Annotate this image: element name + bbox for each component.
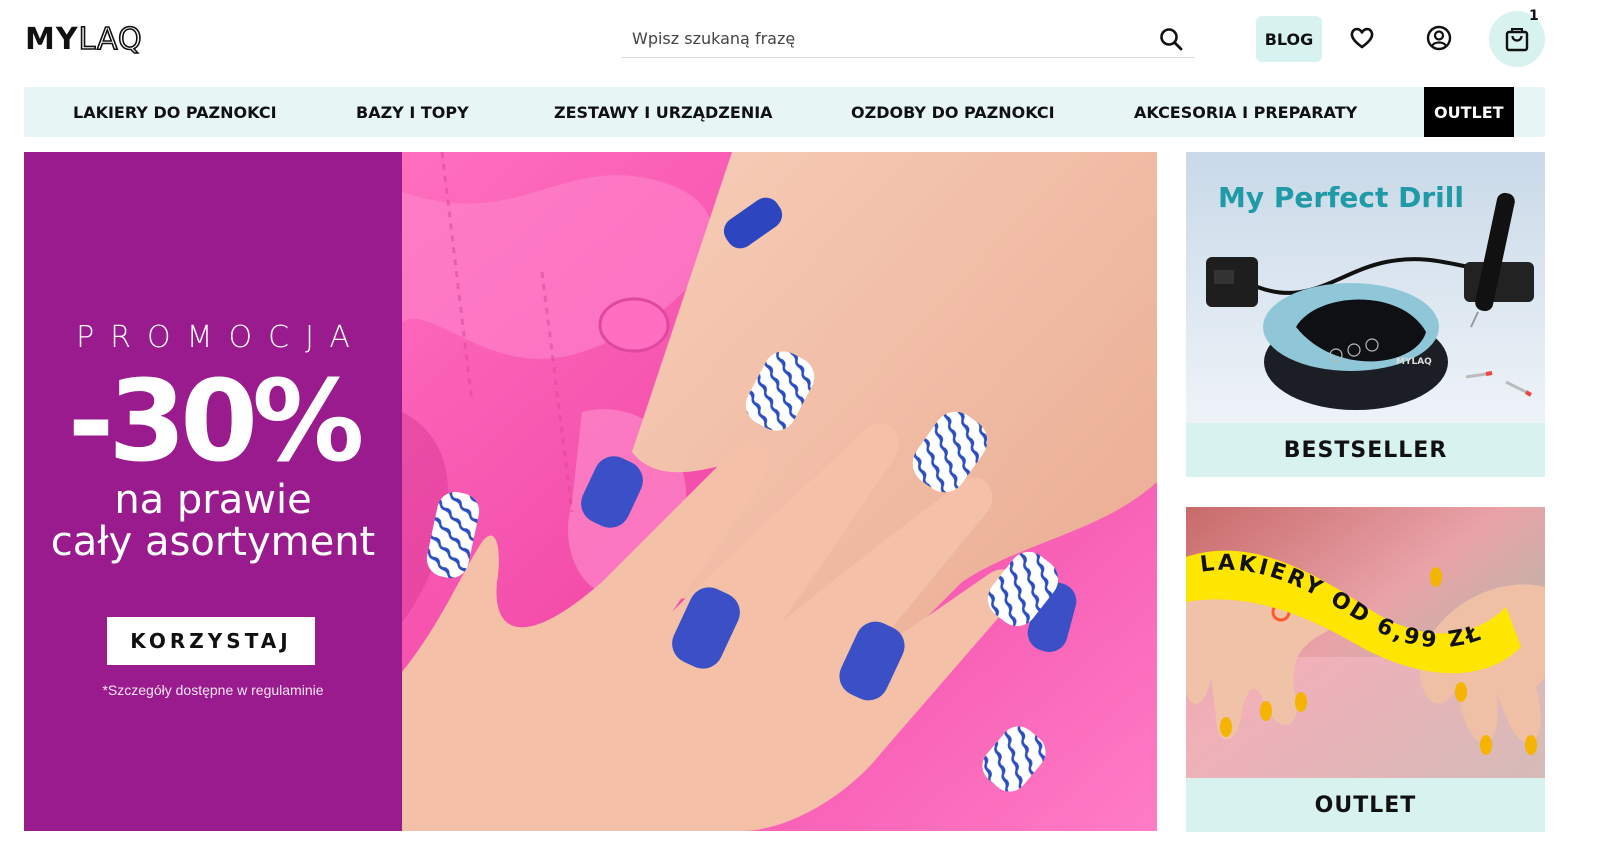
heart-icon	[1350, 27, 1374, 49]
site-header: MY LAQ BLOG 1	[0, 0, 1619, 80]
search-button[interactable]	[1158, 26, 1184, 52]
hero-banner[interactable]: PROMOCJA -30% na prawie cały asortyment …	[24, 152, 1157, 831]
user-circle-icon	[1426, 25, 1452, 51]
main-navigation: LAKIERY DO PAZNOKCI BAZY I TOPY ZESTAWY …	[24, 87, 1545, 137]
promo-panel: PROMOCJA -30% na prawie cały asortyment …	[24, 152, 402, 831]
outlet-image: LAKIERY OD 6,99 ZŁ	[1186, 507, 1545, 778]
nav-item-bazy-topy[interactable]: BAZY I TOPY	[356, 87, 469, 137]
account-button[interactable]	[1425, 24, 1453, 52]
promo-kicker: PROMOCJA	[76, 320, 366, 355]
blog-button[interactable]: BLOG	[1256, 16, 1322, 62]
bestseller-label[interactable]: BESTSELLER	[1186, 423, 1545, 477]
promo-line-1: na prawie	[114, 477, 312, 523]
korzystaj-button[interactable]: KORZYSTAJ	[107, 617, 315, 665]
drill-device-brand: MYLAQ	[1396, 357, 1432, 367]
search-input[interactable]	[622, 18, 1142, 58]
nav-item-akcesoria[interactable]: AKCESORIA I PREPARATY	[1134, 87, 1357, 137]
drill-title: My Perfect Drill	[1218, 181, 1464, 214]
terms-note: *Szczegóły dostępne w regulaminie	[102, 682, 324, 698]
search-icon	[1160, 28, 1183, 51]
site-logo[interactable]: MY LAQ	[25, 21, 143, 58]
logo-text-my: MY	[25, 22, 79, 57]
hero-photo-nails	[402, 152, 1157, 831]
nav-item-ozdoby[interactable]: OZDOBY DO PAZNOKCI	[851, 87, 1055, 137]
nav-item-lakiery[interactable]: LAKIERY DO PAZNOKCI	[73, 87, 277, 137]
logo-text-laq: LAQ	[78, 21, 143, 58]
search-bar	[622, 18, 1194, 58]
outlet-illustration: LAKIERY OD 6,99 ZŁ	[1186, 507, 1545, 778]
promo-line-2: cały asortyment	[50, 519, 376, 565]
drill-illustration: My Perfect Drill MYLAQ	[1186, 152, 1545, 423]
outlet-promo-card[interactable]: LAKIERY OD 6,99 ZŁ OUTLET	[1186, 507, 1545, 832]
nav-item-zestawy[interactable]: ZESTAWY I URZĄDZENIA	[554, 87, 773, 137]
outlet-label[interactable]: OUTLET	[1186, 778, 1545, 832]
drill-promo-card[interactable]: My Perfect Drill MYLAQ BESTSELLER	[1186, 152, 1545, 477]
cart-count-badge: 1	[1529, 8, 1539, 24]
hands-illustration	[402, 152, 1157, 831]
shopping-bag-icon	[1505, 28, 1529, 52]
nav-item-outlet[interactable]: OUTLET	[1424, 87, 1514, 137]
promo-discount: -30%	[67, 357, 365, 487]
drill-image: My Perfect Drill MYLAQ	[1186, 152, 1545, 423]
wishlist-button[interactable]	[1348, 24, 1376, 52]
